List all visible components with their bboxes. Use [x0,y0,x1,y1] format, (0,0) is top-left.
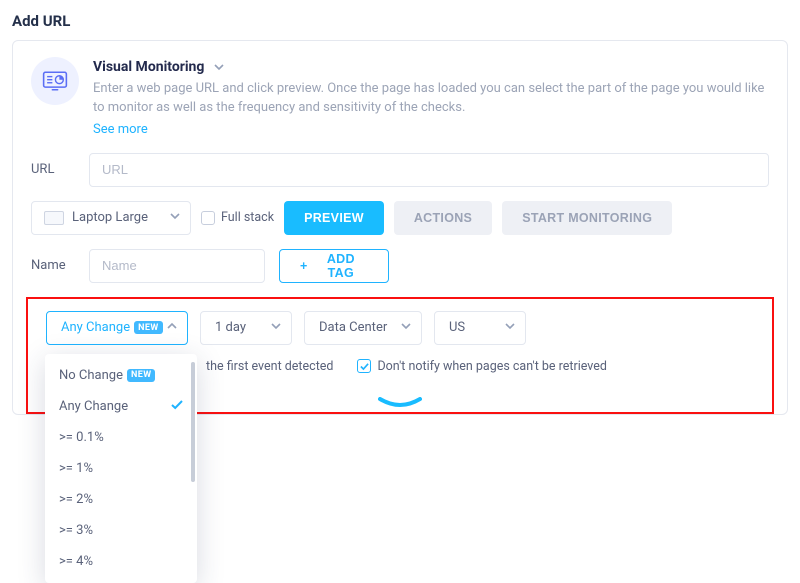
chevron-down-icon [505,320,515,335]
chevron-down-icon[interactable] [214,57,224,76]
dont-notify-checkbox[interactable]: Don't notify when pages can't be retriev… [357,359,606,374]
card-description: Enter a web page URL and click preview. … [93,80,769,118]
dropdown-item[interactable]: >= 3% [45,515,197,546]
dropdown-item[interactable]: >= 1% [45,453,197,484]
url-input[interactable] [89,153,769,187]
monitoring-card: Visual Monitoring Enter a web page URL a… [12,40,788,415]
change-sensitivity-dropdown: No ChangeNEW Any Change >= 0.1% >= 1% >=… [45,354,197,583]
name-label: Name [31,258,75,273]
check-icon [171,399,183,414]
chevron-down-icon [271,320,281,335]
checkbox-checked-icon [357,359,371,373]
dropdown-item[interactable]: Any Change [45,391,197,422]
dropdown-item[interactable]: >= 2% [45,484,197,515]
chevron-down-icon [170,210,180,225]
dropdown-item[interactable]: >= 4% [45,546,197,577]
chevron-down-icon [401,320,411,335]
name-input[interactable] [89,249,265,283]
dropdown-item[interactable]: No ChangeNEW [45,360,197,391]
card-title: Visual Monitoring [93,59,204,75]
full-stack-checkbox[interactable]: Full stack [201,210,274,225]
checkbox-empty-icon [201,211,215,225]
frequency-select[interactable]: 1 day [200,311,292,345]
actions-button[interactable]: ACTIONS [394,201,492,235]
chevron-up-icon [167,320,177,335]
device-icon [44,211,64,225]
new-badge: NEW [134,321,163,334]
dropdown-item[interactable]: >= 0.1% [45,422,197,453]
add-tag-button[interactable]: + ADD TAG [279,249,389,283]
see-more-link[interactable]: See more [93,122,148,137]
new-badge: NEW [127,369,156,382]
location-select[interactable]: US [434,311,526,345]
expand-icon[interactable] [378,394,422,406]
highlighted-region: Any Change NEW No ChangeNEW Any Change >… [26,297,774,414]
suspend-after-first-label: the first event detected [206,359,333,374]
device-select[interactable]: Laptop Large [31,201,191,235]
visual-monitoring-icon [31,57,79,105]
preview-button[interactable]: PREVIEW [284,201,384,235]
page-title: Add URL [12,12,788,30]
start-monitoring-button[interactable]: START MONITORING [502,201,672,235]
change-sensitivity-select[interactable]: Any Change NEW No ChangeNEW Any Change >… [46,311,188,345]
url-label: URL [31,162,75,177]
plus-icon: + [300,259,308,273]
location-type-select[interactable]: Data Center [304,311,422,345]
